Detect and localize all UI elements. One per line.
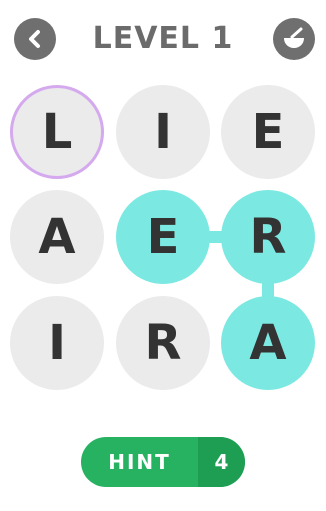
tile-letter: A — [38, 209, 76, 265]
tile-letter: E — [146, 209, 180, 265]
letter-tile[interactable]: R — [221, 190, 315, 284]
tile-letter: E — [251, 104, 285, 160]
letter-tile[interactable]: I — [116, 85, 210, 179]
tile-letter: I — [154, 104, 172, 160]
letter-tile[interactable]: L — [10, 85, 104, 179]
letter-tile[interactable]: A — [10, 190, 104, 284]
tile-letter: A — [249, 315, 287, 371]
letter-board: L I E A E R I R A — [0, 0, 326, 400]
letter-tile[interactable]: E — [221, 85, 315, 179]
tile-letter: R — [144, 315, 182, 371]
letter-tile[interactable]: R — [116, 296, 210, 390]
tile-letter: I — [48, 315, 66, 371]
tile-letter: L — [41, 104, 73, 160]
letter-tile[interactable]: I — [10, 296, 104, 390]
hint-label: HINT — [108, 450, 171, 474]
hint-count: 4 — [198, 437, 245, 487]
tile-letter: R — [249, 209, 287, 265]
hint-button[interactable]: HINT 4 — [81, 437, 245, 487]
letter-tile[interactable]: A — [221, 296, 315, 390]
letter-tile[interactable]: E — [116, 190, 210, 284]
